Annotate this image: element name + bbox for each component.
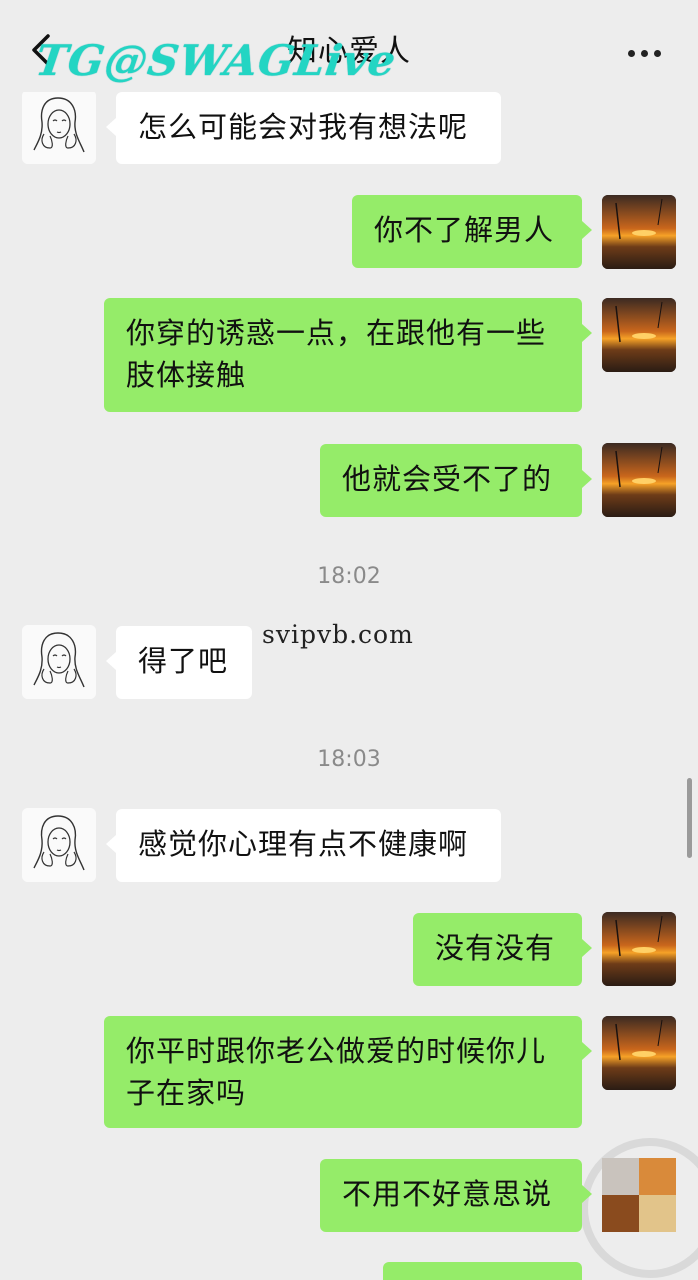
message-bubble-outgoing[interactable]: 你平时跟你老公做爱的时候你儿子在家吗 [104,1016,592,1128]
sunset-icon [602,195,676,269]
timestamp: 18:03 [317,747,381,772]
sunset-icon [602,443,676,517]
more-dots-icon [628,50,635,57]
my-avatar[interactable] [602,443,676,517]
message-bubble-incoming[interactable]: 怎么可能会对我有想法呢 [106,92,501,164]
message-bubble-outgoing[interactable]: 你穿的诱惑一点，在跟他有一些肢体接触 [104,298,592,412]
more-dot [654,50,661,57]
sketch-portrait-icon [22,808,96,882]
watermark-tg: TG@SWAGLive [32,36,400,85]
sunset-icon [602,298,676,372]
message-bubble-outgoing-partial[interactable] [383,1262,582,1280]
message-bubble-incoming[interactable]: 得了吧 [106,626,252,699]
friend-avatar[interactable] [22,625,96,699]
pixel-block [602,1195,639,1232]
message-bubble-outgoing[interactable]: 他就会受不了的 [320,444,592,517]
pixel-block [639,1158,676,1195]
my-avatar-pixelated[interactable] [602,1158,676,1232]
message-bubble-outgoing[interactable]: 不用不好意思说 [320,1159,592,1232]
friend-avatar[interactable] [22,808,96,882]
sunset-icon [602,1016,676,1090]
my-avatar[interactable] [602,195,676,269]
my-avatar[interactable] [602,298,676,372]
scrollbar[interactable] [687,778,692,858]
more-button[interactable] [628,42,668,57]
sketch-portrait-icon [22,90,96,164]
chat-screen: 知心爱人 TG@SWAGLive 怎么可能会对我有想法呢 你不了解男人 你穿的诱… [0,0,698,1280]
sunset-icon [602,912,676,986]
pixel-block [602,1158,639,1195]
my-avatar[interactable] [602,912,676,986]
timestamp: 18:02 [317,564,381,589]
more-dot [641,50,648,57]
message-bubble-outgoing[interactable]: 你不了解男人 [352,195,592,268]
pixel-block [639,1195,676,1232]
message-bubble-incoming[interactable]: 感觉你心理有点不健康啊 [106,809,501,882]
message-bubble-outgoing[interactable]: 没有没有 [413,913,592,986]
sketch-portrait-icon [22,625,96,699]
my-avatar[interactable] [602,1016,676,1090]
friend-avatar[interactable] [22,90,96,164]
watermark-site: svipvb.com [262,620,414,649]
